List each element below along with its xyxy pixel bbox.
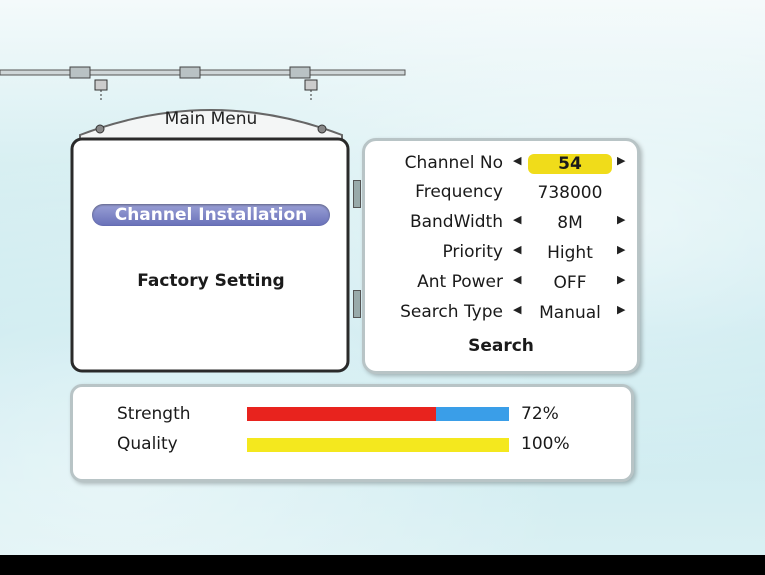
triangle-right-icon[interactable]: ▶ bbox=[617, 154, 625, 167]
search-type-value[interactable]: Manual bbox=[525, 303, 615, 323]
setting-label: BandWidth bbox=[409, 212, 503, 232]
setting-row-ant-power[interactable]: Ant Power ◀ OFF ▶ bbox=[365, 272, 637, 300]
triangle-left-icon[interactable]: ◀ bbox=[513, 154, 521, 167]
setting-row-bandwidth[interactable]: BandWidth ◀ 8M ▶ bbox=[365, 212, 637, 240]
setting-label: Priority bbox=[442, 242, 503, 262]
quality-label: Quality bbox=[117, 434, 178, 454]
triangle-right-icon[interactable]: ▶ bbox=[617, 273, 625, 286]
search-button[interactable]: Search bbox=[365, 336, 637, 356]
ant-power-value[interactable]: OFF bbox=[525, 273, 615, 293]
setting-label: Ant Power bbox=[417, 272, 503, 292]
triangle-right-icon[interactable]: ▶ bbox=[617, 243, 625, 256]
tv-screen: Main Menu Channel Installation Factory S… bbox=[0, 0, 765, 555]
setting-label: Frequency bbox=[415, 182, 503, 202]
strength-value: 72% bbox=[521, 404, 559, 424]
main-menu-list: Channel Installation Factory Setting bbox=[74, 141, 346, 371]
strength-bar-fill bbox=[247, 407, 436, 421]
priority-value[interactable]: Hight bbox=[525, 243, 615, 263]
setting-row-channel-no[interactable]: Channel No ◀ 54 ▶ bbox=[365, 153, 637, 181]
menu-item-factory-setting[interactable]: Factory Setting bbox=[92, 270, 330, 292]
quality-bar-fill bbox=[247, 438, 509, 452]
triangle-left-icon[interactable]: ◀ bbox=[513, 303, 521, 316]
signal-panel: Strength 72% Quality 100% bbox=[70, 384, 634, 482]
setting-row-search-type[interactable]: Search Type ◀ Manual ▶ bbox=[365, 302, 637, 330]
channel-settings-panel: Channel No ◀ 54 ▶ Frequency 738000 BandW… bbox=[362, 138, 640, 374]
triangle-right-icon[interactable]: ▶ bbox=[617, 303, 625, 316]
channel-no-value[interactable]: 54 bbox=[528, 154, 612, 174]
hanging-rail bbox=[0, 60, 410, 100]
main-menu-title: Main Menu bbox=[164, 109, 258, 129]
bandwidth-value[interactable]: 8M bbox=[525, 213, 615, 233]
strength-bar bbox=[247, 407, 509, 421]
setting-label: Channel No bbox=[404, 153, 503, 173]
triangle-left-icon[interactable]: ◀ bbox=[513, 273, 521, 286]
quality-value: 100% bbox=[521, 434, 570, 454]
setting-row-priority[interactable]: Priority ◀ Hight ▶ bbox=[365, 242, 637, 270]
strength-label: Strength bbox=[117, 404, 191, 424]
menu-item-channel-installation[interactable]: Channel Installation bbox=[92, 204, 330, 226]
triangle-left-icon[interactable]: ◀ bbox=[513, 213, 521, 226]
frequency-value[interactable]: 738000 bbox=[525, 183, 615, 203]
panel-connector bbox=[353, 180, 361, 208]
main-menu-panel: Main Menu Channel Installation Factory S… bbox=[70, 95, 352, 375]
screen-bottom-border bbox=[0, 555, 765, 575]
setting-label: Search Type bbox=[400, 302, 503, 322]
triangle-left-icon[interactable]: ◀ bbox=[513, 243, 521, 256]
panel-connector bbox=[353, 290, 361, 318]
quality-bar bbox=[247, 438, 509, 452]
triangle-right-icon[interactable]: ▶ bbox=[617, 213, 625, 226]
setting-row-frequency[interactable]: Frequency 738000 bbox=[365, 182, 637, 210]
